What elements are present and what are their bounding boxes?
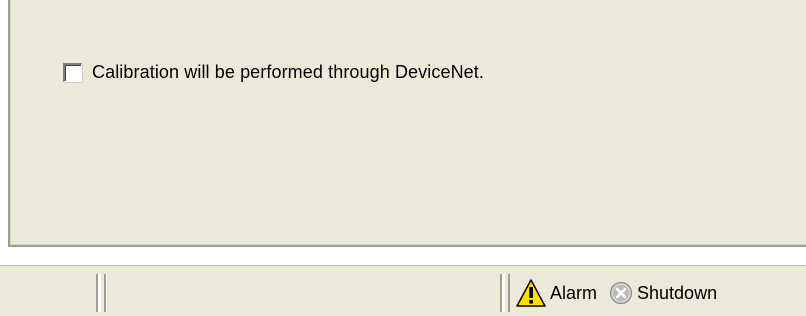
status-indicators: Alarm Shutdown xyxy=(508,274,806,312)
shutdown-indicator[interactable]: Shutdown xyxy=(609,281,717,305)
application-window: Calibration will be performed through De… xyxy=(0,0,806,316)
shutdown-label: Shutdown xyxy=(637,282,718,303)
calibration-option[interactable]: Calibration will be performed through De… xyxy=(63,62,484,83)
status-cell-1 xyxy=(0,274,98,312)
status-cell-2 xyxy=(104,274,502,312)
status-divider xyxy=(502,274,505,312)
warning-triangle-icon xyxy=(516,279,546,307)
settings-panel: Calibration will be performed through De… xyxy=(8,0,806,247)
status-bar: Alarm Shutdown xyxy=(0,265,806,316)
calibration-checkbox-label[interactable]: Calibration will be performed through De… xyxy=(92,62,484,83)
alarm-label: Alarm xyxy=(550,282,598,303)
panel-gap xyxy=(0,247,806,265)
calibration-checkbox[interactable] xyxy=(63,63,82,82)
status-divider xyxy=(98,274,101,312)
x-circle-icon xyxy=(609,281,633,305)
alarm-indicator[interactable]: Alarm xyxy=(516,279,597,307)
